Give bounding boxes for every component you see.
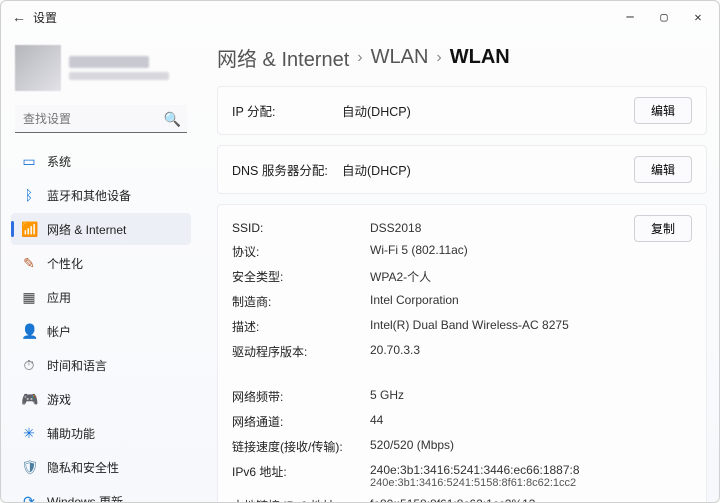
prop-label: IPv6 地址: xyxy=(232,463,362,489)
nav-icon: ▭ xyxy=(21,153,37,170)
prop-label: 协议: xyxy=(232,243,362,260)
chevron-right-icon: › xyxy=(357,49,362,67)
nav-label: 隐私和安全性 xyxy=(47,459,119,476)
copy-button[interactable]: 复制 xyxy=(634,215,692,242)
sidebar-item-1[interactable]: ᛒ 蓝牙和其他设备 xyxy=(11,179,191,211)
prop-value: Intel(R) Dual Band Wireless-AC 8275 xyxy=(370,318,620,335)
prop-value: 20.70.3.3 xyxy=(370,343,620,360)
search-wrap: 🔍 xyxy=(15,105,187,133)
nav-label: 应用 xyxy=(47,289,71,306)
breadcrumb-wlan[interactable]: WLAN xyxy=(371,46,429,69)
ip-assign-value: 自动(DHCP) xyxy=(342,101,634,120)
nav-label: Windows 更新 xyxy=(47,493,123,503)
breadcrumb: 网络 & Internet › WLAN › WLAN xyxy=(217,37,707,86)
dns-assign-label: DNS 服务器分配: xyxy=(232,160,342,179)
sidebar-item-4[interactable]: ▦ 应用 xyxy=(11,281,191,313)
prop-label: SSID: xyxy=(232,221,362,235)
nav-label: 网络 & Internet xyxy=(47,221,126,238)
sidebar-item-7[interactable]: 🎮 游戏 xyxy=(11,383,191,415)
sidebar-item-6[interactable]: ⏱ 时间和语言 xyxy=(11,349,191,381)
prop-value: Intel Corporation xyxy=(370,293,620,310)
ip-assignment-card: IP 分配: 自动(DHCP) 编辑 xyxy=(217,86,707,135)
prop-label: 描述: xyxy=(232,318,362,335)
nav-icon: 👤 xyxy=(21,323,37,340)
nav-label: 时间和语言 xyxy=(47,357,107,374)
prop-label: 网络通道: xyxy=(232,413,362,430)
properties-grid-1: SSID: DSS2018 协议: Wi-Fi 5 (802.11ac) 安全类型: WP… xyxy=(232,215,634,372)
prop-label: 链接速度(接收/传输): xyxy=(232,438,362,455)
prop-value: 44 xyxy=(370,413,692,430)
dns-assign-value: 自动(DHCP) xyxy=(342,160,634,179)
nav-icon: ✳ xyxy=(21,425,37,442)
dns-assign-edit-button[interactable]: 编辑 xyxy=(634,156,692,183)
nav-icon: ⏱ xyxy=(21,357,37,374)
prop-value: fe80::5158:8f61:8c62:1cc2%13 xyxy=(370,497,692,502)
ip-assign-label: IP 分配: xyxy=(232,101,342,120)
nav-icon: ✎ xyxy=(21,255,37,272)
nav-icon: 🎮 xyxy=(21,391,37,408)
nav-label: 帐户 xyxy=(47,323,71,340)
prop-label: 驱动程序版本: xyxy=(232,343,362,360)
prop-value: WPA2-个人 xyxy=(370,268,620,285)
ip-assign-edit-button[interactable]: 编辑 xyxy=(634,97,692,124)
account-text xyxy=(69,56,187,80)
window-title: 设置 xyxy=(33,9,57,26)
chevron-right-icon: › xyxy=(436,49,441,67)
prop-value: DSS2018 xyxy=(370,221,620,235)
sidebar-item-2[interactable]: 📶 网络 & Internet xyxy=(11,213,191,245)
titlebar: ← 设置 ─ ▢ ✕ xyxy=(1,1,719,33)
avatar xyxy=(15,45,61,91)
nav-label: 游戏 xyxy=(47,391,71,408)
nav-label: 蓝牙和其他设备 xyxy=(47,187,131,204)
nav-icon: ᛒ xyxy=(21,187,37,203)
breadcrumb-network[interactable]: 网络 & Internet xyxy=(217,43,349,72)
nav-icon: ▦ xyxy=(21,289,37,306)
sidebar-item-8[interactable]: ✳ 辅助功能 xyxy=(11,417,191,449)
search-icon: 🔍 xyxy=(164,111,181,128)
account-block[interactable] xyxy=(7,39,195,101)
sidebar: 🔍 ▭ 系统 ᛒ 蓝牙和其他设备 📶 网络 & Internet ✎ 个性化 ▦ 应用 👤 帐户 ⏱ 时间… xyxy=(1,33,201,502)
sidebar-item-5[interactable]: 👤 帐户 xyxy=(11,315,191,347)
sidebar-item-10[interactable]: ⟳ Windows 更新 xyxy=(11,485,191,502)
main-content: 网络 & Internet › WLAN › WLAN IP 分配: 自动(DH… xyxy=(201,33,719,502)
breadcrumb-current: WLAN xyxy=(450,46,510,69)
sidebar-item-9[interactable]: 🛡 隐私和安全性 xyxy=(11,451,191,483)
prop-label: 网络频带: xyxy=(232,388,362,405)
nav-icon: ⟳ xyxy=(21,493,37,503)
nav-icon: 📶 xyxy=(21,221,37,238)
nav-label: 个性化 xyxy=(47,255,83,272)
maximize-button[interactable]: ▢ xyxy=(647,3,681,31)
properties-card: SSID: DSS2018 协议: Wi-Fi 5 (802.11ac) 安全类型: WP… xyxy=(217,204,707,502)
sidebar-item-3[interactable]: ✎ 个性化 xyxy=(11,247,191,279)
prop-value: 240e:3b1:3416:5241:3446:ec66:1887:8240e:… xyxy=(370,463,692,489)
close-button[interactable]: ✕ xyxy=(681,3,715,31)
prop-label: 本地链接 IPv6 地址: xyxy=(232,497,362,502)
properties-grid-2: 网络频带: 5 GHz 网络通道: 44 链接速度(接收/传输): 520/520 (Mb… xyxy=(218,382,706,502)
prop-label: 制造商: xyxy=(232,293,362,310)
search-input[interactable] xyxy=(15,105,187,133)
nav-label: 系统 xyxy=(47,153,71,170)
minimize-button[interactable]: ─ xyxy=(613,3,647,31)
prop-value: Wi-Fi 5 (802.11ac) xyxy=(370,243,620,260)
nav-label: 辅助功能 xyxy=(47,425,95,442)
dns-assignment-card: DNS 服务器分配: 自动(DHCP) 编辑 xyxy=(217,145,707,194)
sidebar-item-0[interactable]: ▭ 系统 xyxy=(11,145,191,177)
nav-icon: 🛡 xyxy=(21,459,37,476)
nav-list: ▭ 系统 ᛒ 蓝牙和其他设备 📶 网络 & Internet ✎ 个性化 ▦ 应用 👤 帐户 ⏱ 时间和语… xyxy=(7,145,195,502)
prop-value: 520/520 (Mbps) xyxy=(370,438,692,455)
back-button[interactable]: ← xyxy=(5,9,33,25)
prop-label: 安全类型: xyxy=(232,268,362,285)
prop-value: 5 GHz xyxy=(370,388,692,405)
